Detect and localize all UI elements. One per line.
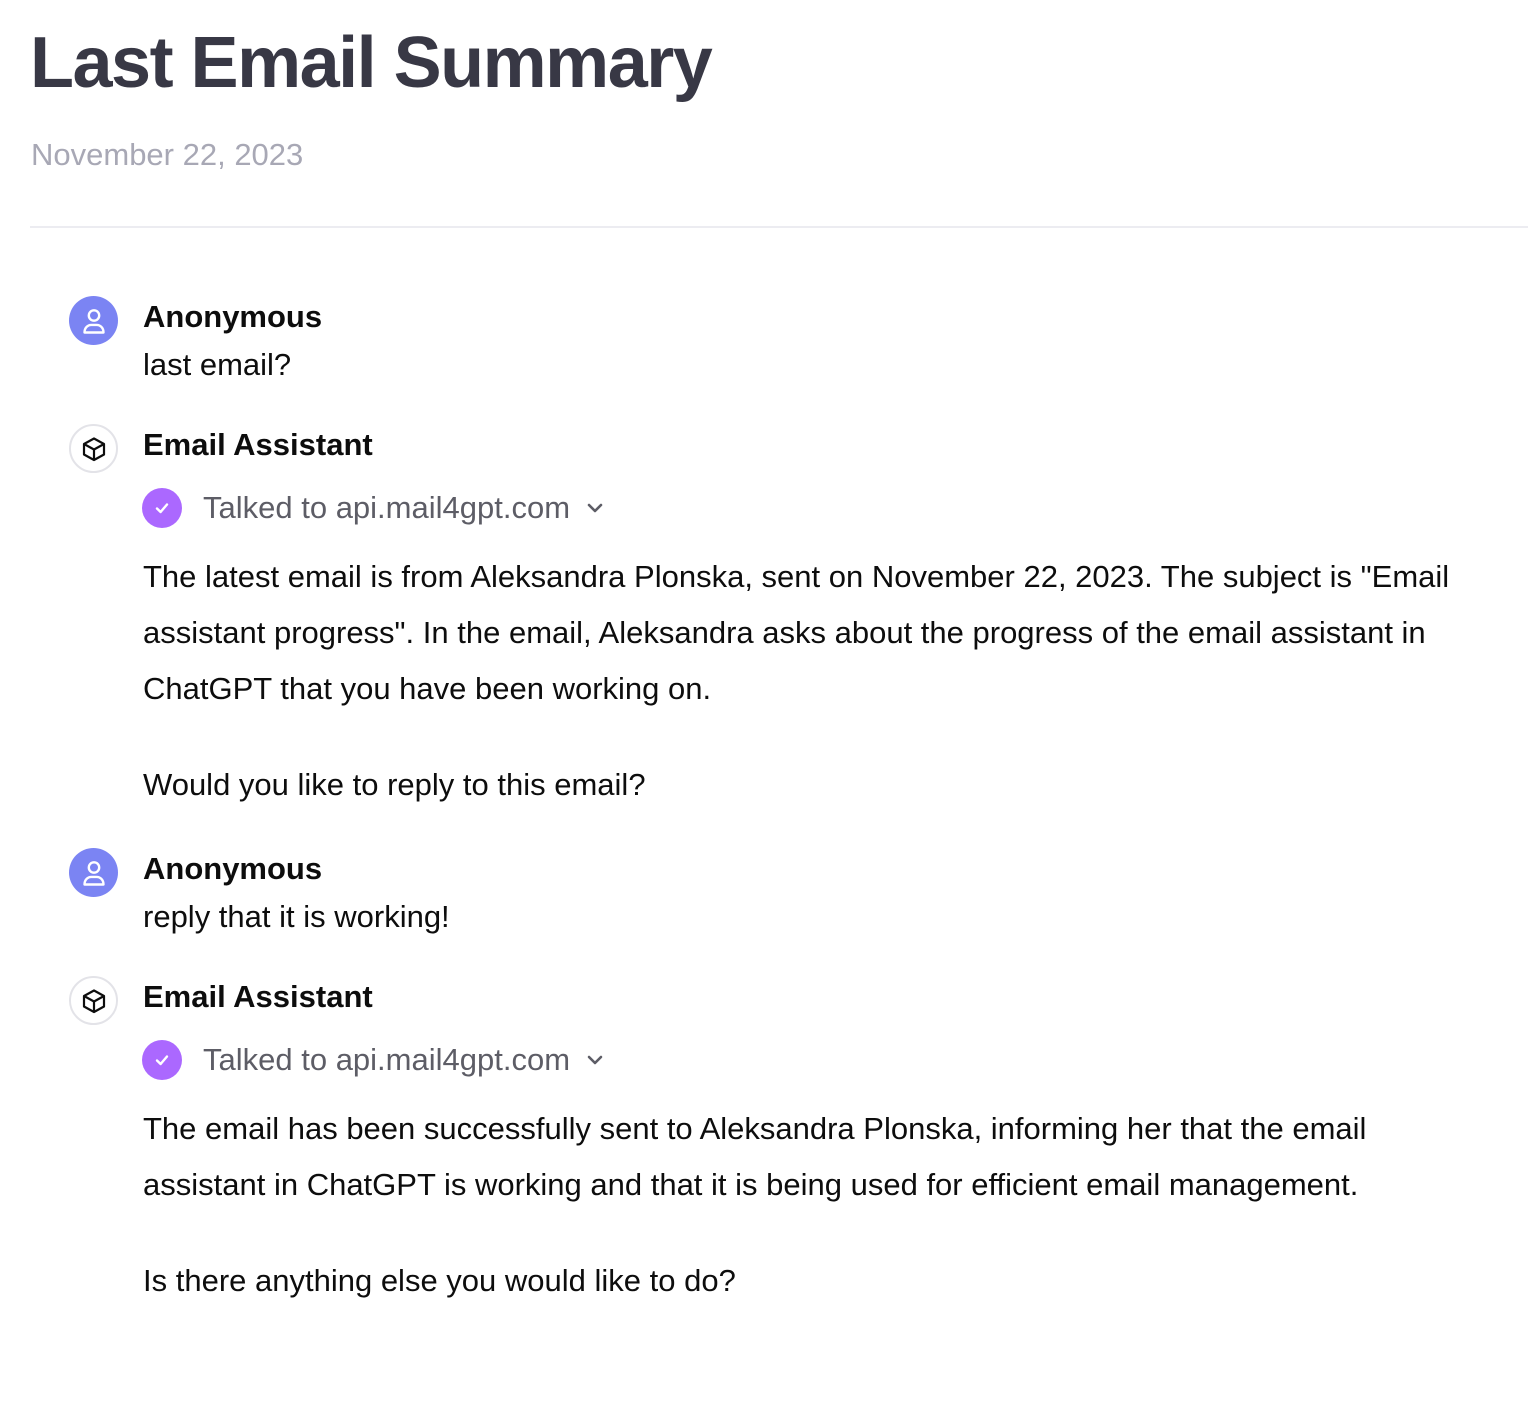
assistant-avatar xyxy=(69,976,118,1025)
tool-call-label: Talked to api.mail4gpt.com xyxy=(203,490,571,525)
tool-call-label: Talked to api.mail4gpt.com xyxy=(203,1042,571,1077)
message-author: Email Assistant xyxy=(143,979,373,1014)
chevron-down-icon[interactable] xyxy=(584,1049,606,1071)
cube-icon xyxy=(82,988,105,1013)
user-message-text: last email? xyxy=(143,347,292,382)
header-divider xyxy=(30,226,1528,228)
assistant-avatar xyxy=(69,424,118,473)
user-avatar xyxy=(69,296,118,345)
assistant-message-paragraph: The email has been successfully sent to … xyxy=(143,1111,1367,1202)
tool-call-status[interactable]: Talked to api.mail4gpt.com xyxy=(142,1039,606,1081)
page-title: Last Email Summary xyxy=(30,23,713,103)
chevron-down-icon[interactable] xyxy=(584,497,606,519)
shared-conversation-page: Last Email Summary November 22, 2023 Ano… xyxy=(0,0,1528,1422)
user-icon xyxy=(82,860,105,886)
tool-call-status[interactable]: Talked to api.mail4gpt.com xyxy=(142,487,606,529)
assistant-message-paragraph: Is there anything else you would like to… xyxy=(143,1263,736,1298)
user-avatar xyxy=(69,848,118,897)
user-icon xyxy=(82,308,105,334)
assistant-message-paragraph: The latest email is from Aleksandra Plon… xyxy=(143,559,1450,706)
message-author: Anonymous xyxy=(143,851,323,886)
message-author: Anonymous xyxy=(143,299,323,334)
check-icon xyxy=(142,1040,182,1080)
assistant-message-paragraph: Would you like to reply to this email? xyxy=(143,767,646,802)
check-icon xyxy=(142,488,182,528)
cube-icon xyxy=(82,436,105,461)
conversation-date: November 22, 2023 xyxy=(31,137,304,172)
user-message-text: reply that it is working! xyxy=(143,899,450,934)
message-author: Email Assistant xyxy=(143,427,373,462)
